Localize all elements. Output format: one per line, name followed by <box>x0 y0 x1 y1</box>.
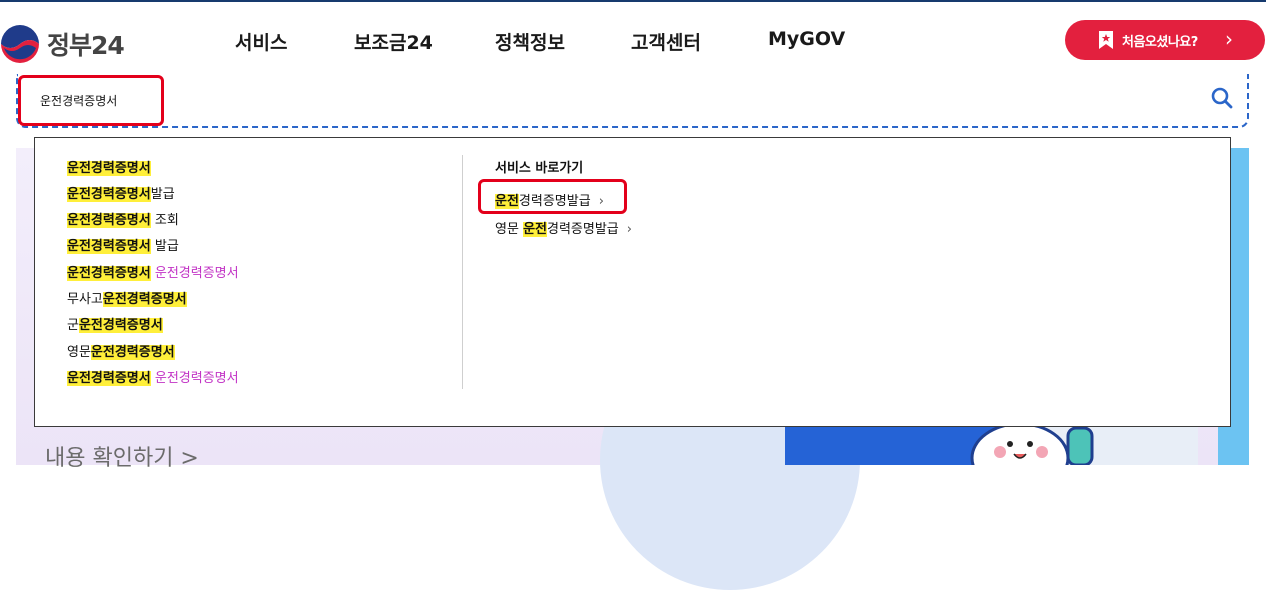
search-bar: 운전경력증명서 <box>16 74 1249 128</box>
service-shortcuts-title: 서비스 바로가기 <box>495 161 584 176</box>
search-highlight-box <box>18 75 164 126</box>
suggestion-item[interactable]: 운전경력증명서 조회 <box>67 209 179 228</box>
suggestion-item[interactable]: 운전경력증명서 <box>67 157 151 176</box>
suggestion-item[interactable]: 운전경력증명서 운전경력증명서 <box>67 262 239 281</box>
nav-mygov[interactable]: MyGOV <box>768 28 845 50</box>
bookmark-star-icon <box>1099 31 1113 49</box>
first-visit-label: 처음오셨나요? <box>1122 35 1198 50</box>
chevron-right-icon: › <box>1225 27 1233 51</box>
autocomplete-dropdown: 운전경력증명서 운전경력증명서발급 운전경력증명서 조회 운전경력증명서 발급 … <box>34 137 1231 427</box>
banner-link[interactable]: 내용 확인하기 > <box>45 440 199 472</box>
government-emblem-icon <box>1 25 39 63</box>
suggestion-item[interactable]: 무사고운전경력증명서 <box>67 288 187 307</box>
site-header: 정부24 서비스 보조금24 정책정보 고객센터 MyGOV 처음오셨나요? › <box>0 2 1266 76</box>
nav-subsidy[interactable]: 보조금24 <box>354 28 433 55</box>
first-visit-button[interactable]: 처음오셨나요? › <box>1065 20 1265 60</box>
service-shortcut-item[interactable]: 영문 운전경력증명발급 › <box>495 218 632 237</box>
nav-service[interactable]: 서비스 <box>235 28 287 55</box>
suggestion-item[interactable]: 영문운전경력증명서 <box>67 341 175 360</box>
suggestion-item[interactable]: 운전경력증명서 발급 <box>67 235 179 254</box>
suggestion-item[interactable]: 운전경력증명서발급 <box>67 183 175 202</box>
nav-customer-center[interactable]: 고객센터 <box>631 28 701 55</box>
chevron-right-icon: › <box>626 222 632 237</box>
shortcut-highlight-box <box>478 179 627 214</box>
logo-text: 정부24 <box>47 31 125 60</box>
dropdown-divider <box>462 155 463 389</box>
suggestion-item[interactable]: 운전경력증명서 운전경력증명서 <box>67 367 239 386</box>
suggestion-item[interactable]: 군운전경력증명서 <box>67 314 163 333</box>
search-icon[interactable] <box>1210 86 1234 110</box>
logo[interactable]: 정부24 <box>0 24 125 64</box>
nav-policy[interactable]: 정책정보 <box>495 28 565 55</box>
